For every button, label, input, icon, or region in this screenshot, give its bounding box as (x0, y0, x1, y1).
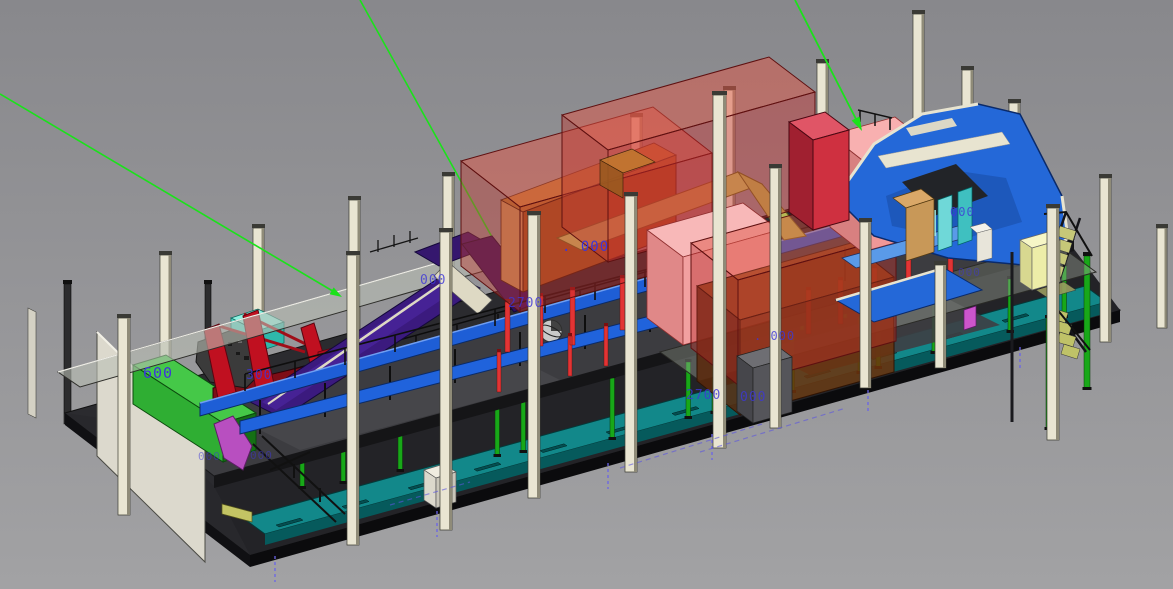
dimension-label: 000 (740, 390, 766, 405)
dimension-label: . 000 (754, 329, 795, 343)
box-tan-front[interactable] (906, 199, 934, 261)
panel-magenta[interactable] (964, 306, 976, 330)
cad-viewport[interactable]: 600 300 000 000 2700 . 000 000 2700 000 … (0, 0, 1173, 589)
cabinet-yellow-left[interactable] (1020, 240, 1032, 290)
dimension-label: 2700 (686, 388, 721, 403)
dimension-label: 000 (958, 266, 981, 279)
dimension-label: 000 (950, 205, 975, 219)
dimension-label: 600 (143, 364, 173, 382)
dimension-label: 000 (420, 273, 446, 288)
dimension-label: 000 (198, 450, 221, 463)
tower-crimson-left[interactable] (789, 122, 813, 230)
box-white-front (977, 229, 992, 262)
panel-cyan[interactable] (938, 195, 952, 251)
cad-window: 600 300 000 000 2700 . 000 000 2700 000 … (0, 0, 1173, 589)
dimension-label: 000 (250, 449, 273, 462)
tower-crimson-front[interactable] (813, 130, 849, 230)
dimension-label: 2700 (508, 296, 543, 311)
dimension-label: 300 (246, 368, 272, 383)
wall-sliver (28, 308, 36, 418)
dimension-label: . 000 (562, 239, 609, 255)
